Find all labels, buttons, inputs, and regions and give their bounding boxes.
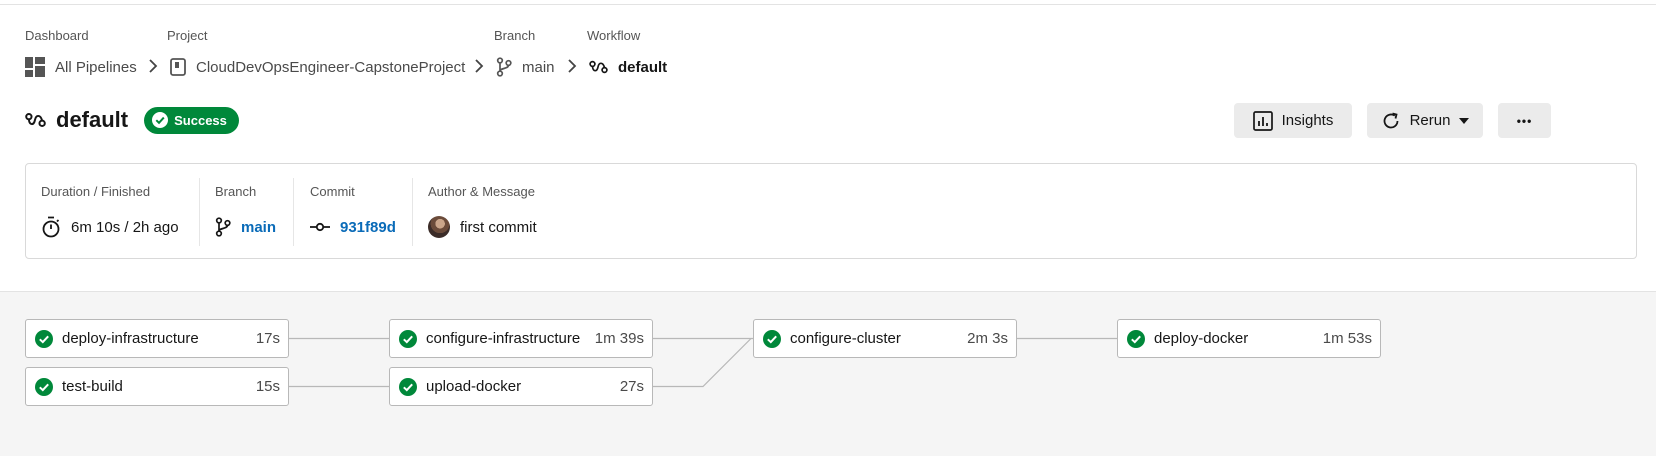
- job-duration: 2m 3s: [967, 330, 1008, 347]
- more-actions-button[interactable]: •••: [1498, 103, 1551, 138]
- job-configure-infrastructure[interactable]: configure-infrastructure 1m 39s: [389, 319, 653, 358]
- page-title: default: [56, 107, 129, 132]
- rerun-button[interactable]: Rerun: [1367, 103, 1483, 138]
- job-name: configure-cluster: [790, 330, 901, 347]
- job-test-build[interactable]: test-build 15s: [25, 367, 289, 406]
- job-configure-cluster[interactable]: configure-cluster 2m 3s: [753, 319, 1017, 358]
- connector-line: [653, 338, 752, 388]
- status-badge: Success: [144, 106, 239, 134]
- divider: [412, 178, 413, 246]
- top-border: [0, 0, 1656, 5]
- check-circle-icon: [152, 112, 169, 128]
- more-actions-icon: •••: [1516, 113, 1533, 128]
- job-duration: 17s: [255, 330, 280, 347]
- repo-book-icon: [170, 58, 186, 76]
- pipeline-summary-card: Duration / Finished 6m 10s / 2h ago Bran…: [25, 163, 1637, 259]
- breadcrumb-project[interactable]: CloudDevOpsEngineer-CapstoneProject: [170, 55, 465, 79]
- chevron-right-icon: [568, 59, 577, 73]
- job-upload-docker[interactable]: upload-docker 27s: [389, 367, 653, 406]
- breadcrumb-project-label: Project: [167, 28, 208, 43]
- branch-value: main: [215, 214, 276, 240]
- commit-icon: [310, 222, 330, 232]
- duration-label: Duration / Finished: [41, 184, 151, 199]
- job-duration: 1m 39s: [594, 330, 644, 347]
- caret-down-icon: [1459, 117, 1470, 124]
- workflow-icon: [25, 113, 46, 127]
- stopwatch-icon: [42, 216, 60, 238]
- divider: [199, 178, 200, 246]
- duration-value: 6m 10s / 2h ago: [41, 214, 179, 240]
- status-badge-label: Success: [174, 112, 227, 128]
- rerun-button-label: Rerun: [1409, 112, 1451, 129]
- commit-message: first commit: [460, 218, 537, 236]
- job-duration: 15s: [255, 378, 280, 395]
- breadcrumb-branch[interactable]: main: [496, 55, 555, 79]
- job-name: deploy-infrastructure: [62, 330, 199, 347]
- breadcrumb-all-pipelines-label: All Pipelines: [55, 58, 137, 76]
- branch-link[interactable]: main: [241, 219, 276, 236]
- divider: [293, 178, 294, 246]
- job-name: deploy-docker: [1154, 330, 1249, 347]
- bar-chart-icon: [1252, 110, 1273, 131]
- branch-label: Branch: [215, 184, 257, 199]
- job-name: test-build: [62, 378, 123, 395]
- chevron-right-icon: [149, 59, 158, 73]
- breadcrumb-project-value: CloudDevOpsEngineer-CapstoneProject: [196, 58, 466, 76]
- commit-value: 931f89d: [310, 214, 396, 240]
- workflow-icon: [589, 60, 608, 74]
- job-duration: 1m 53s: [1322, 330, 1372, 347]
- workflow-header: default Success: [25, 104, 239, 136]
- avatar[interactable]: [428, 216, 450, 238]
- insights-button[interactable]: Insights: [1234, 103, 1352, 138]
- branch-icon: [496, 57, 512, 77]
- check-circle-icon: [763, 329, 781, 348]
- commit-link[interactable]: 931f89d: [340, 219, 396, 236]
- check-circle-icon: [35, 329, 53, 348]
- author-message-label: Author & Message: [428, 184, 535, 199]
- rerun-icon: [1383, 112, 1398, 128]
- chevron-right-icon: [475, 59, 484, 73]
- breadcrumb-branch-label: Branch: [494, 28, 536, 43]
- check-circle-icon: [1127, 329, 1145, 348]
- workflow-graph: deploy-infrastructure 17s test-build 15s…: [0, 291, 1656, 456]
- job-name: upload-docker: [426, 378, 522, 395]
- breadcrumb-branch-value: main: [522, 58, 555, 76]
- job-deploy-infrastructure[interactable]: deploy-infrastructure 17s: [25, 319, 289, 358]
- breadcrumb-dashboard-label: Dashboard: [25, 28, 89, 43]
- breadcrumb-all-pipelines[interactable]: All Pipelines: [25, 55, 137, 79]
- breadcrumb-workflow-label: Workflow: [587, 28, 641, 43]
- insights-button-label: Insights: [1281, 112, 1334, 129]
- job-duration: 27s: [619, 378, 644, 395]
- check-circle-icon: [399, 377, 417, 396]
- breadcrumb-workflow: default: [589, 55, 667, 79]
- breadcrumb-workflow-value: default: [618, 58, 668, 76]
- branch-icon: [215, 217, 231, 237]
- duration-text: 6m 10s / 2h ago: [71, 218, 179, 236]
- check-circle-icon: [399, 329, 417, 348]
- dashboard-grid-icon: [25, 57, 45, 77]
- commit-label: Commit: [310, 184, 355, 199]
- check-circle-icon: [35, 377, 53, 396]
- job-name: configure-infrastructure: [426, 330, 581, 347]
- job-deploy-docker[interactable]: deploy-docker 1m 53s: [1117, 319, 1381, 358]
- author-message-value: first commit: [428, 214, 537, 240]
